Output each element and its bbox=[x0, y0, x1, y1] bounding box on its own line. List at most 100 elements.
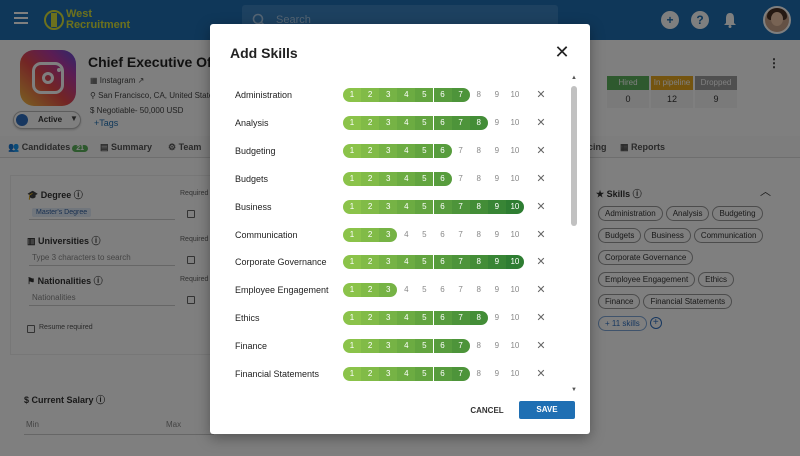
rating-option[interactable]: 6 bbox=[433, 367, 452, 381]
rating-option[interactable]: 4 bbox=[397, 115, 416, 130]
rating-option[interactable]: 2 bbox=[361, 283, 380, 298]
rating-option[interactable]: 3 bbox=[379, 311, 398, 326]
rating-option[interactable]: 4 bbox=[397, 283, 415, 297]
scroll-thumb[interactable] bbox=[571, 86, 577, 226]
rating-option[interactable]: 3 bbox=[379, 171, 398, 186]
rating-option[interactable]: 1 bbox=[343, 367, 361, 381]
rating-option[interactable]: 8 bbox=[470, 88, 488, 102]
rating-option[interactable]: 10 bbox=[506, 116, 524, 130]
rating-option[interactable]: 7 bbox=[451, 339, 470, 354]
rating-option[interactable]: 3 bbox=[379, 115, 398, 130]
rating-option[interactable]: 10 bbox=[506, 367, 524, 381]
cancel-button[interactable]: CANCEL bbox=[460, 402, 514, 420]
rating-option[interactable]: 7 bbox=[451, 199, 470, 214]
rating-option[interactable]: 5 bbox=[415, 143, 434, 158]
rating-option[interactable]: 4 bbox=[397, 311, 416, 326]
rating-option[interactable]: 9 bbox=[488, 311, 506, 325]
rating-option[interactable]: 4 bbox=[397, 228, 415, 242]
rating-option[interactable]: 5 bbox=[415, 171, 434, 186]
rating-option[interactable]: 10 bbox=[506, 228, 524, 242]
remove-skill-icon[interactable]: ✕ bbox=[535, 283, 547, 297]
rating-option[interactable]: 1 bbox=[343, 171, 361, 186]
scrollbar[interactable]: ▲ ▼ bbox=[570, 74, 578, 396]
rating-option[interactable]: 1 bbox=[343, 88, 361, 102]
close-icon[interactable]: ✕ bbox=[554, 43, 570, 61]
rating-option[interactable]: 5 bbox=[415, 283, 433, 297]
rating-option[interactable]: 10 bbox=[506, 172, 524, 186]
rating-option[interactable]: 1 bbox=[343, 227, 361, 242]
rating-option[interactable]: 5 bbox=[415, 88, 434, 102]
rating-option[interactable]: 6 bbox=[433, 311, 452, 326]
remove-skill-icon[interactable]: ✕ bbox=[535, 116, 547, 130]
rating-option[interactable]: 5 bbox=[415, 339, 434, 354]
rating-option[interactable]: 7 bbox=[451, 311, 470, 326]
rating-option[interactable]: 5 bbox=[415, 228, 433, 242]
rating-option[interactable]: 1 bbox=[343, 255, 361, 270]
rating-option[interactable]: 8 bbox=[469, 311, 488, 326]
scroll-up-icon[interactable]: ▲ bbox=[570, 74, 578, 82]
rating-option[interactable]: 9 bbox=[487, 255, 506, 270]
remove-skill-icon[interactable]: ✕ bbox=[535, 339, 547, 353]
rating-option[interactable]: 9 bbox=[488, 116, 506, 130]
rating-option[interactable]: 9 bbox=[487, 199, 506, 214]
rating-option[interactable]: 7 bbox=[452, 144, 470, 158]
rating-option[interactable]: 5 bbox=[415, 255, 434, 270]
rating-option[interactable]: 3 bbox=[379, 255, 398, 270]
rating-option[interactable]: 2 bbox=[361, 143, 380, 158]
rating-option[interactable]: 4 bbox=[397, 199, 416, 214]
rating-option[interactable]: 9 bbox=[488, 228, 506, 242]
remove-skill-icon[interactable]: ✕ bbox=[535, 228, 547, 242]
rating-option[interactable]: 3 bbox=[379, 88, 398, 102]
rating-option[interactable]: 8 bbox=[470, 367, 488, 381]
rating-option[interactable]: 1 bbox=[343, 115, 361, 130]
rating-option[interactable]: 7 bbox=[451, 255, 470, 270]
rating-option[interactable]: 4 bbox=[397, 367, 416, 381]
rating-option[interactable]: 8 bbox=[470, 283, 488, 297]
rating-option[interactable]: 7 bbox=[452, 172, 470, 186]
rating-option[interactable]: 8 bbox=[470, 228, 488, 242]
rating-option[interactable]: 2 bbox=[361, 367, 380, 381]
rating-option[interactable]: 7 bbox=[451, 115, 470, 130]
rating-option[interactable]: 10 bbox=[506, 144, 524, 158]
rating-option[interactable]: 9 bbox=[488, 339, 506, 353]
rating-option[interactable]: 1 bbox=[343, 339, 361, 354]
remove-skill-icon[interactable]: ✕ bbox=[535, 144, 547, 158]
rating-option[interactable]: 8 bbox=[470, 172, 488, 186]
rating-option[interactable]: 9 bbox=[488, 283, 506, 297]
save-button[interactable]: SAVE bbox=[519, 401, 575, 419]
rating-option[interactable]: 6 bbox=[433, 339, 452, 354]
rating-option[interactable]: 5 bbox=[415, 115, 434, 130]
rating-option[interactable]: 3 bbox=[379, 143, 398, 158]
rating-option[interactable]: 1 bbox=[343, 311, 361, 326]
rating-option[interactable]: 2 bbox=[361, 115, 380, 130]
rating-option[interactable]: 10 bbox=[505, 255, 524, 270]
rating-option[interactable]: 7 bbox=[452, 283, 470, 297]
rating-option[interactable]: 8 bbox=[470, 339, 488, 353]
rating-option[interactable]: 7 bbox=[451, 367, 470, 381]
rating-option[interactable]: 2 bbox=[361, 171, 380, 186]
rating-option[interactable]: 4 bbox=[397, 143, 416, 158]
rating-option[interactable]: 4 bbox=[397, 339, 416, 354]
rating-option[interactable]: 4 bbox=[397, 88, 416, 102]
rating-option[interactable]: 5 bbox=[415, 199, 434, 214]
scroll-down-icon[interactable]: ▼ bbox=[570, 386, 578, 394]
rating-option[interactable]: 3 bbox=[379, 339, 398, 354]
rating-option[interactable]: 9 bbox=[488, 144, 506, 158]
rating-option[interactable]: 5 bbox=[415, 367, 434, 381]
rating-option[interactable]: 6 bbox=[433, 143, 452, 158]
remove-skill-icon[interactable]: ✕ bbox=[535, 367, 547, 381]
remove-skill-icon[interactable]: ✕ bbox=[535, 172, 547, 186]
rating-option[interactable]: 8 bbox=[469, 199, 488, 214]
rating-option[interactable]: 10 bbox=[505, 199, 524, 214]
rating-option[interactable]: 1 bbox=[343, 199, 361, 214]
rating-option[interactable]: 2 bbox=[361, 255, 380, 270]
rating-option[interactable]: 9 bbox=[488, 172, 506, 186]
rating-option[interactable]: 1 bbox=[343, 283, 361, 298]
rating-option[interactable]: 3 bbox=[379, 199, 398, 214]
rating-option[interactable]: 9 bbox=[488, 88, 506, 102]
remove-skill-icon[interactable]: ✕ bbox=[535, 200, 547, 214]
rating-option[interactable]: 2 bbox=[361, 227, 380, 242]
rating-option[interactable]: 10 bbox=[506, 88, 524, 102]
rating-option[interactable]: 6 bbox=[433, 88, 452, 102]
rating-option[interactable]: 3 bbox=[379, 367, 398, 381]
